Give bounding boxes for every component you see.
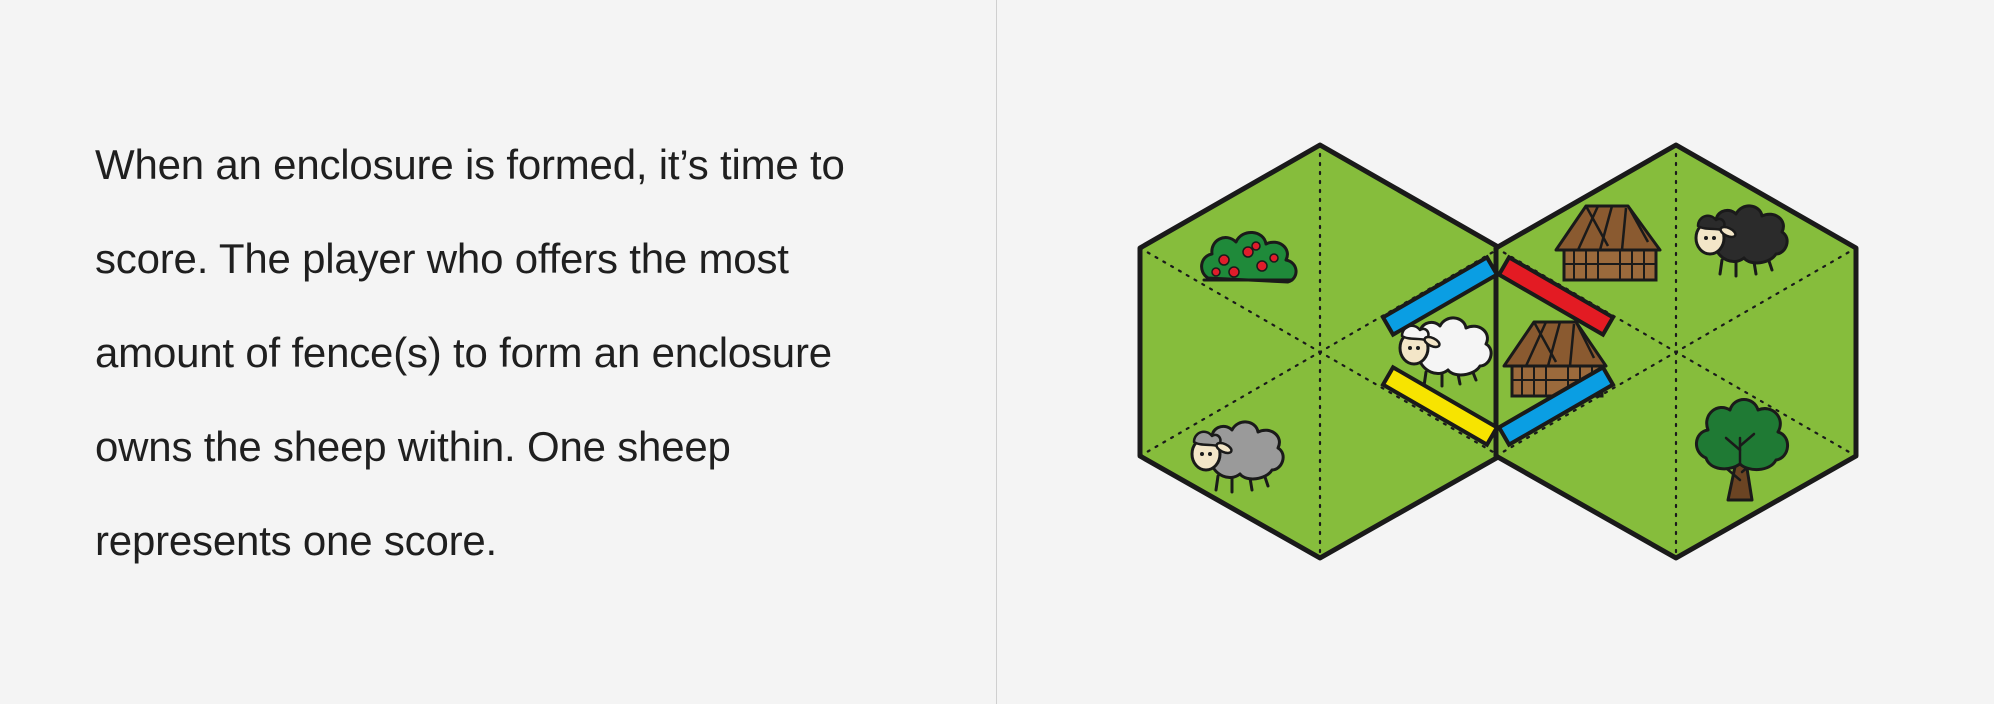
rules-line-4: owns the sheep within. One sheep [95, 423, 731, 470]
page-divider [996, 0, 997, 704]
rules-line-5: represents one score. [95, 517, 498, 564]
rules-line-1: When an enclosure is formed, it’s time t… [95, 141, 845, 188]
tutorial-page: When an enclosure is formed, it’s time t… [0, 0, 1994, 704]
rules-text-panel: When an enclosure is formed, it’s time t… [95, 118, 955, 588]
rules-line-3: amount of fence(s) to form an enclosure [95, 329, 832, 376]
rules-line-2: score. The player who offers the most [95, 235, 789, 282]
game-board [1137, 142, 1859, 561]
